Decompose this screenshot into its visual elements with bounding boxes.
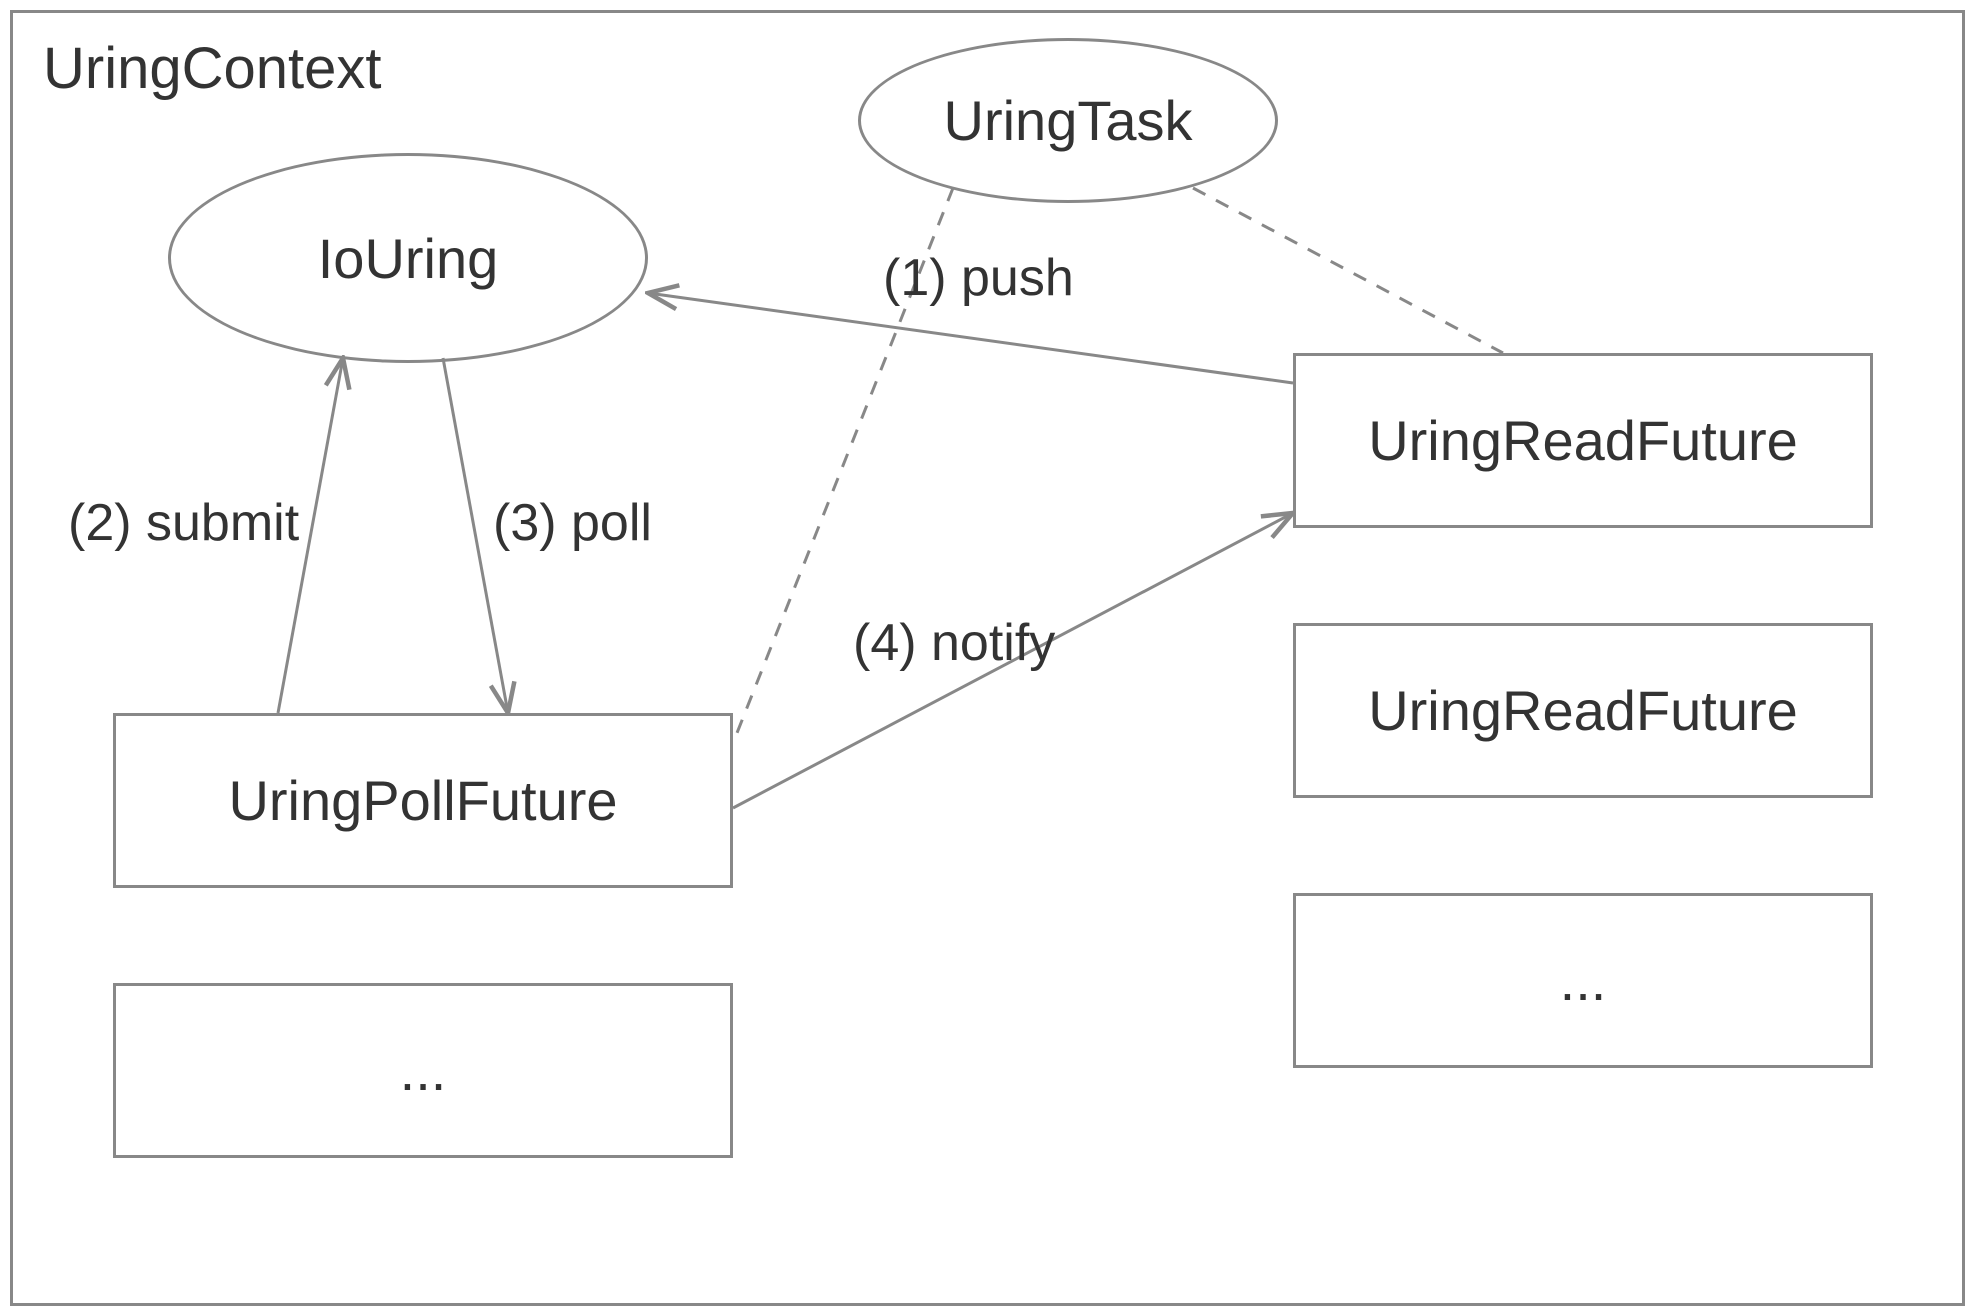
label-notify: (4) notify <box>853 613 1055 673</box>
uring-context-container: UringContext IoUring UringTask UringPoll… <box>10 10 1965 1306</box>
node-io-uring: IoUring <box>168 153 648 363</box>
uring-read-future-2-label: UringReadFuture <box>1368 678 1798 743</box>
context-title: UringContext <box>43 35 381 102</box>
uring-poll-future-label: UringPollFuture <box>228 768 617 833</box>
node-uring-read-future-1: UringReadFuture <box>1293 353 1873 528</box>
ellipsis-left-label: ... <box>400 1038 447 1103</box>
edge-task-to-read <box>1193 188 1503 353</box>
ellipsis-right-label: ... <box>1560 948 1607 1013</box>
node-uring-poll-future: UringPollFuture <box>113 713 733 888</box>
uring-read-future-1-label: UringReadFuture <box>1368 408 1798 473</box>
uring-task-label: UringTask <box>944 88 1193 153</box>
io-uring-label: IoUring <box>318 226 499 291</box>
node-uring-read-future-2: UringReadFuture <box>1293 623 1873 798</box>
label-poll: (3) poll <box>493 493 652 553</box>
node-ellipsis-right: ... <box>1293 893 1873 1068</box>
node-ellipsis-left: ... <box>113 983 733 1158</box>
node-uring-task: UringTask <box>858 38 1278 203</box>
label-push: (1) push <box>883 248 1074 308</box>
label-submit: (2) submit <box>68 493 299 553</box>
